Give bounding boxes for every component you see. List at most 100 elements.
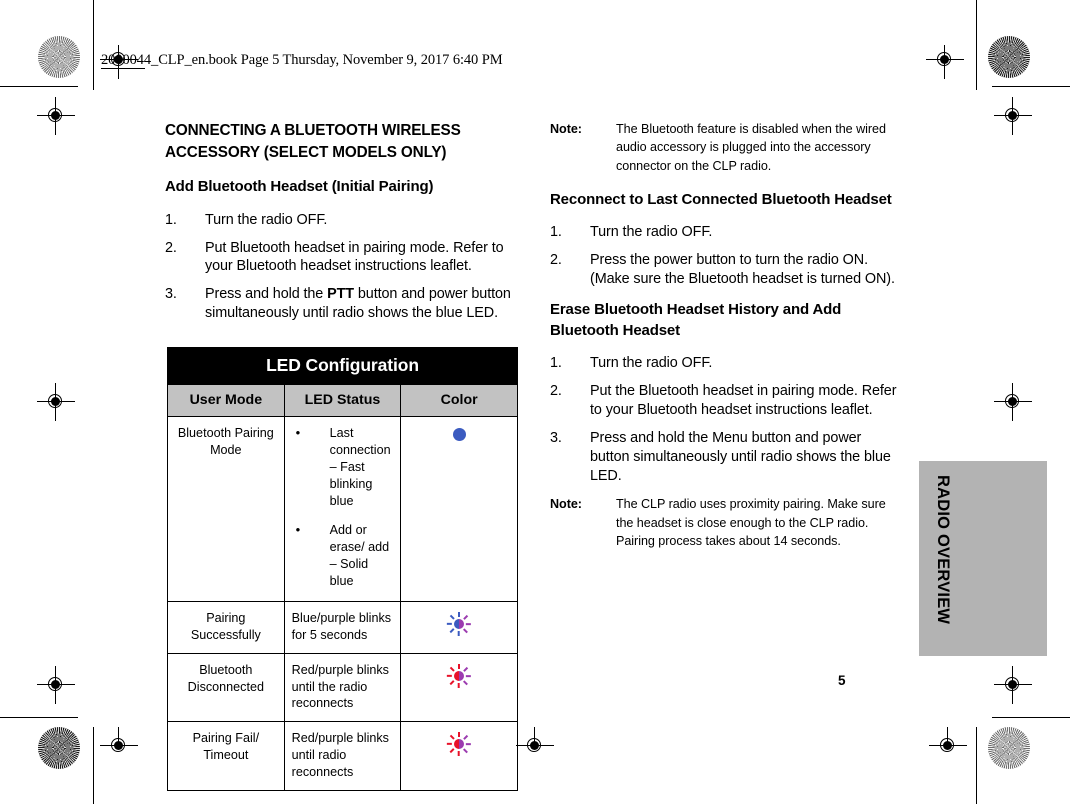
column-header-led-status: LED Status [283,384,402,417]
cell-color [400,416,518,602]
note-label: Note: [550,497,582,512]
registration-mark-bottom-left [100,727,138,761]
led-configuration-table: LED Configuration User Mode LED Status C… [167,347,518,791]
list-item: 3. Press and hold the Menu button and pow… [550,429,904,486]
cell-led-status: Blue/purple blinks for 5 seconds [283,600,402,654]
note-text: The Bluetooth feature is disabled when t… [616,122,886,173]
step-text: Put Bluetooth headset in pairing mode. R… [205,239,504,275]
table-row: Bluetooth Pairing Mode • Last connection … [167,416,518,602]
cell-led-status: Red/purple blinks until radio reconnects [283,721,402,791]
steps-reconnect: 1. Turn the radio OFF. 2. Press the power … [550,223,904,289]
table-row: Pairing Fail/ Timeout Red/purple blinks … [167,721,518,791]
list-item: 1. Turn the radio OFF. [550,223,904,242]
printed-page: 2000044_CLP_en.book Page 5 Thursday, Nov… [0,0,1070,804]
step-text: Put the Bluetooth headset in pairing mod… [590,383,897,418]
star-target-bottom-right [988,727,1030,769]
crop-line-vertical-left [93,0,95,90]
step-number: 1. [550,224,562,241]
bullet-glyph: • [295,522,301,538]
crop-line-horizontal-top-left [0,86,78,88]
cell-user-mode: Bluetooth Disconnected [167,652,285,723]
column-header-user-mode: User Mode [167,384,285,417]
registration-mark-top-right [926,45,964,79]
crop-line-horizontal-top-right [992,86,1070,88]
status-bullet-list: • Last connection – Fast blinking blue • A… [292,425,395,590]
list-item: 2. Put the Bluetooth headset in pairing m… [550,382,904,420]
registration-mark-bottom-center [516,727,554,761]
cell-color [400,721,518,791]
right-column: Note: The Bluetooth feature is disabled w… [550,120,904,564]
steps-erase-history: 1. Turn the radio OFF. 2. Put the Bluetoot… [550,354,904,485]
note-proximity-pairing: Note: The CLP radio uses proximity pairin… [550,495,904,550]
list-item: 1. Turn the radio OFF. [165,211,519,230]
cell-user-mode: Pairing Fail/ Timeout [167,721,285,791]
left-column: CONNECTING A BLUETOOTH WIRELESS ACCESSOR… [165,120,519,333]
step-text: Press the power button to turn the radio… [590,251,895,287]
step-text: Turn the radio OFF. [590,355,713,372]
subsection-heading-add-bluetooth-headset: Add Bluetooth Headset (Initial Pairing) [165,178,434,196]
note-bluetooth-disabled: Note: The Bluetooth feature is disabled w… [550,120,904,175]
step-number: 2. [550,383,562,400]
list-item: 1. Turn the radio OFF. [550,354,904,373]
note-label: Note: [550,122,582,136]
crop-line-horizontal-bottom-left [0,717,78,719]
steps-add-bluetooth-headset: 1. Turn the radio OFF. 2. Put Bluetooth he… [165,211,519,323]
heading-erase-history: Erase Bluetooth Headset History and Add … [550,300,842,339]
step-number: 3. [550,429,562,446]
bullet-text: Add or erase/ add – Solid blue [329,523,390,588]
section-heading-connecting-bluetooth: CONNECTING A BLUETOOTH WIRELESS ACCESSOR… [165,122,461,161]
registration-mark-right-upper [994,97,1032,135]
registration-mark-bottom-right [929,727,967,761]
bullet-text: Last connection – Fast blinking blue [329,426,391,508]
step-number: 2. [165,239,177,256]
step-number: 3. [165,286,177,303]
registration-mark-left-lower [37,666,75,704]
crop-line-horizontal-bottom-right [992,717,1070,719]
list-item: 2. Press the power button to turn the rad… [550,251,904,289]
heading-reconnect-last-connected: Reconnect to Last Connected Bluetooth He… [550,190,892,208]
list-item: 3. Press and hold the PTT button and powe… [165,285,519,323]
crop-line-vertical-left-bottom [93,727,95,804]
step-number: 2. [550,251,562,268]
solid-blue-dot-icon [452,428,466,441]
table-row: Pairing Successfully Blue/purple blinks … [167,600,518,654]
note-text: The CLP radio uses proximity pairing. Ma… [616,497,886,548]
red-purple-blinking-led-icon [446,731,472,757]
cell-color [400,600,518,654]
cell-color [400,652,518,723]
step-text-before: Press and hold the [205,286,328,303]
step-text-emphasis: PTT [327,286,354,303]
star-target-top-right [988,36,1030,78]
star-target-bottom-left [38,727,80,769]
table-title-row: LED Configuration [167,347,518,385]
registration-mark-left-middle [37,383,75,421]
file-stamp-header: 2000044_CLP_en.book Page 5 Thursday, Nov… [101,52,503,68]
cell-user-mode: Pairing Successfully [167,600,285,654]
cell-user-mode: Bluetooth Pairing Mode [167,416,285,602]
registration-mark-left-upper [37,97,75,135]
crop-line-vertical-right [976,0,978,90]
side-tab-radio-overview: RADIO OVERVIEW [919,461,1047,656]
step-text: Turn the radio OFF. [205,211,328,228]
registration-mark-right-lower [994,666,1032,704]
blue-purple-blinking-led-icon [446,611,472,637]
cell-led-status: Red/purple blinks until the radio reconn… [283,652,402,723]
step-text: Press and hold the Menu button and power… [590,429,891,484]
step-number: 1. [165,211,177,228]
step-number: 1. [550,355,562,372]
table-header-row: User Mode LED Status Color [167,384,518,417]
registration-mark-right-middle [994,383,1032,421]
red-purple-blinking-led-icon [446,663,472,689]
star-target-top-left [38,36,80,78]
bullet-glyph: • [295,425,301,440]
crop-line-vertical-right-bottom [976,727,978,804]
list-item: • Add or erase/ add – Solid blue [292,522,395,590]
list-item: 2. Put Bluetooth headset in pairing mode.… [165,239,519,277]
page-number: 5 [838,673,846,688]
column-header-color: Color [400,384,518,417]
table-title: LED Configuration [167,347,518,385]
side-tab-label: RADIO OVERVIEW [934,475,952,625]
step-text: Turn the radio OFF. [590,224,713,241]
table-row: Bluetooth Disconnected Red/purple blinks… [167,652,518,723]
cell-led-status: • Last connection – Fast blinking blue • A… [283,416,402,602]
